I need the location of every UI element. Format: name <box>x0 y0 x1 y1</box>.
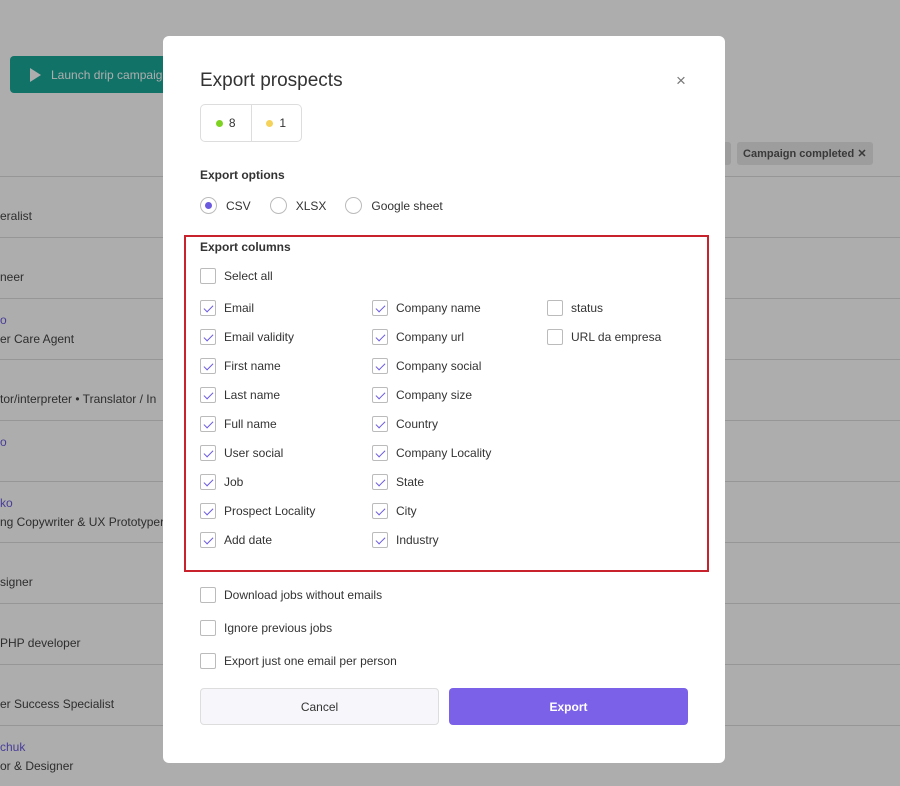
checkbox-label: User social <box>224 446 284 460</box>
checkbox-label: Ignore previous jobs <box>224 621 333 635</box>
checkbox-email-validity[interactable]: Email validity <box>200 329 294 345</box>
checkbox-add-date[interactable]: Add date <box>200 532 272 548</box>
checkbox-icon[interactable] <box>200 587 216 603</box>
export-button[interactable]: Export <box>449 688 688 725</box>
export-columns-highlight <box>184 235 709 572</box>
checkbox-label: Full name <box>224 417 277 431</box>
checkbox-checked-icon[interactable] <box>372 300 388 316</box>
radio-label: CSV <box>226 198 251 213</box>
checkbox-checked-icon[interactable] <box>372 503 388 519</box>
export-columns-label: Export columns <box>200 240 291 254</box>
export-options-label: Export options <box>200 168 285 182</box>
checkbox-company-social[interactable]: Company social <box>372 358 481 374</box>
checkbox-company-size[interactable]: Company size <box>372 387 472 403</box>
checkbox-industry[interactable]: Industry <box>372 532 439 548</box>
checkbox-checked-icon[interactable] <box>372 329 388 345</box>
checkbox-label: Company size <box>396 388 473 402</box>
checkbox-checked-icon[interactable] <box>372 532 388 548</box>
checkbox-checked-icon[interactable] <box>372 387 388 403</box>
checkbox-company-locality[interactable]: Company Locality <box>372 445 491 461</box>
checkbox-label: Select all <box>224 269 273 283</box>
checkbox-prospect-locality[interactable]: Prospect Locality <box>200 503 315 519</box>
checkbox-email[interactable]: Email <box>200 300 254 316</box>
checkbox-download-jobs-without-emails[interactable]: Download jobs without emails <box>200 587 382 603</box>
checkbox-label: Download jobs without emails <box>224 588 383 602</box>
checkbox-checked-icon[interactable] <box>200 503 216 519</box>
checkbox-checked-icon[interactable] <box>372 358 388 374</box>
radio-checked-icon[interactable] <box>200 197 217 214</box>
checkbox-checked-icon[interactable] <box>372 474 388 490</box>
yellow-dot-icon <box>266 119 274 127</box>
checkbox-checked-icon[interactable] <box>200 387 216 403</box>
checkbox-company-name[interactable]: Company name <box>372 300 481 316</box>
checkbox-checked-icon[interactable] <box>200 300 216 316</box>
checkbox-job[interactable]: Job <box>200 474 243 490</box>
checkbox-checked-icon[interactable] <box>200 358 216 374</box>
radio-unchecked-icon[interactable] <box>345 197 363 214</box>
checkbox-checked-icon[interactable] <box>200 445 216 461</box>
checkbox-url-da-empresa[interactable]: URL da empresa <box>547 329 661 345</box>
checkbox-checked-icon[interactable] <box>200 329 216 345</box>
checkbox-icon[interactable] <box>547 300 563 316</box>
checkbox-label: Email <box>224 301 255 315</box>
checkbox-checked-icon[interactable] <box>372 445 388 461</box>
cancel-button[interactable]: Cancel <box>200 688 439 725</box>
checkbox-company-url[interactable]: Company url <box>372 329 464 345</box>
radio-label: Google sheet <box>371 198 443 213</box>
checkbox-checked-icon[interactable] <box>200 416 216 432</box>
checkbox-label: Company Locality <box>396 446 492 460</box>
checkbox-label: First name <box>224 359 281 373</box>
checkbox-label: Prospect Locality <box>224 504 316 518</box>
checkbox-label: Industry <box>396 533 439 547</box>
checkbox-ignore-previous-jobs[interactable]: Ignore previous jobs <box>200 620 332 636</box>
radio-google-sheet[interactable]: Google sheet <box>345 197 443 214</box>
checkbox-label: Company social <box>396 359 482 373</box>
checkbox-last-name[interactable]: Last name <box>200 387 280 403</box>
count-yellow: 1 <box>250 105 302 141</box>
checkbox-label: Job <box>224 475 244 489</box>
select-all-checkbox[interactable]: Select all <box>200 268 273 284</box>
checkbox-city[interactable]: City <box>372 503 417 519</box>
radio-unchecked-icon[interactable] <box>269 197 287 214</box>
checkbox-icon[interactable] <box>200 268 216 284</box>
checkbox-label: Email validity <box>224 330 295 344</box>
checkbox-label: Last name <box>224 388 281 402</box>
checkbox-state[interactable]: State <box>372 474 424 490</box>
export-prospects-modal: Export prospects × 8 1 Export options CS… <box>163 36 725 763</box>
checkbox-user-social[interactable]: User social <box>200 445 283 461</box>
checkbox-status[interactable]: status <box>547 300 603 316</box>
checkbox-label: Country <box>396 417 439 431</box>
count-value: 8 <box>228 116 236 130</box>
close-icon[interactable]: × <box>676 72 686 90</box>
checkbox-label: Export just one email per person <box>224 654 397 668</box>
radio-label: XLSX <box>295 198 327 213</box>
count-value: 1 <box>279 116 287 130</box>
checkbox-label: State <box>396 475 425 489</box>
checkbox-full-name[interactable]: Full name <box>200 416 277 432</box>
checkbox-label: Company name <box>396 301 481 315</box>
export-format-group: CSV XLSX Google sheet <box>200 197 462 214</box>
modal-title: Export prospects <box>200 70 343 91</box>
checkbox-one-email-per-person[interactable]: Export just one email per person <box>200 653 397 669</box>
checkbox-label: Company url <box>396 330 465 344</box>
checkbox-first-name[interactable]: First name <box>200 358 281 374</box>
checkbox-checked-icon[interactable] <box>372 416 388 432</box>
checkbox-country[interactable]: Country <box>372 416 438 432</box>
checkbox-icon[interactable] <box>200 653 216 669</box>
checkbox-label: City <box>396 504 417 518</box>
count-green: 8 <box>201 105 251 141</box>
checkbox-label: URL da empresa <box>571 330 662 344</box>
checkbox-label: status <box>571 301 604 315</box>
green-dot-icon <box>215 119 223 127</box>
radio-xlsx[interactable]: XLSX <box>269 197 327 214</box>
prospect-counts: 8 1 <box>200 104 302 142</box>
checkbox-checked-icon[interactable] <box>200 474 216 490</box>
checkbox-icon[interactable] <box>547 329 563 345</box>
checkbox-label: Add date <box>224 533 273 547</box>
radio-csv[interactable]: CSV <box>200 197 251 214</box>
checkbox-checked-icon[interactable] <box>200 532 216 548</box>
checkbox-icon[interactable] <box>200 620 216 636</box>
